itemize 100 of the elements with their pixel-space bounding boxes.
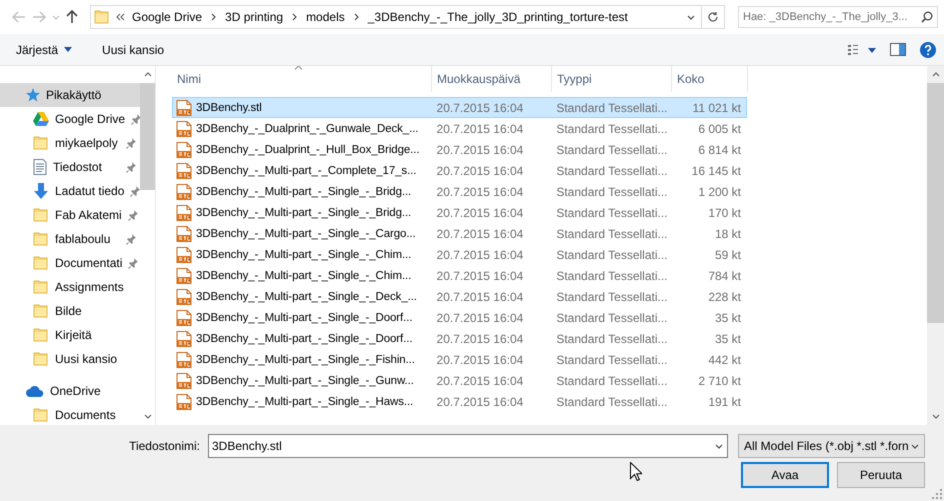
file-row[interactable]: 3DBenchy_-_Multi-part_-_Single_-_Bridg... 20.7.2015 16:04 Standard Tessellati... 170 kt xyxy=(172,202,747,223)
dialog-button[interactable]: Peruuta xyxy=(837,462,925,488)
file-row[interactable]: 3DBenchy_-_Multi-part_-_Complete_17_s... 20.7.2015 16:04 Standard Tessellati... 16 145 kt xyxy=(172,160,747,181)
nav-item[interactable]: miykaelpoly xyxy=(0,131,140,155)
modified-date: 20.7.2015 16:04 xyxy=(436,332,524,346)
pin-icon xyxy=(131,114,140,124)
file-row[interactable]: 3DBenchy_-_Multi-part_-_Single_-_Haws... 20.7.2015 16:04 Standard Tessellati... 191 kt xyxy=(172,391,747,412)
stl-file-icon xyxy=(176,372,192,388)
file-row[interactable]: 3DBenchy_-_Multi-part_-_Single_-_Chim... 20.7.2015 16:04 Standard Tessellati... 59 kt xyxy=(172,244,747,265)
scroll-down-icon[interactable] xyxy=(144,414,152,419)
breadcrumb-item[interactable]: _3DBenchy_-_The_jolly_3D_printing_torture-test xyxy=(362,10,633,24)
scroll-up-icon[interactable] xyxy=(144,72,152,77)
nav-item[interactable]: Tiedostot xyxy=(0,155,140,179)
file-size: 442 kt xyxy=(707,352,742,366)
file-size: 228 kt xyxy=(707,290,742,304)
nav-item[interactable]: Bilde xyxy=(0,299,140,323)
breadcrumb-item[interactable]: Google Drive xyxy=(127,10,208,24)
search-input[interactable]: Hae: _3DBenchy_-_The_jolly_3... xyxy=(743,11,921,23)
file-type: Standard Tessellati... xyxy=(555,100,669,114)
stl-file-icon xyxy=(176,288,192,304)
breadcrumb-item[interactable]: models xyxy=(301,10,350,24)
stl-file-icon xyxy=(176,268,192,284)
file-row[interactable]: 3DBenchy_-_Multi-part_-_Single_-_Doorf... 20.7.2015 16:04 Standard Tessellati... 35 kt xyxy=(172,307,747,328)
dropdown-chevron-icon[interactable] xyxy=(687,14,695,20)
scroll-down-icon[interactable] xyxy=(932,414,940,419)
preview-pane-icon[interactable] xyxy=(890,43,906,56)
file-type: Standard Tessellati... xyxy=(555,352,669,366)
new-folder-button[interactable]: Uusi kansio xyxy=(102,40,164,60)
overflow-chevron-icon[interactable] xyxy=(116,13,125,21)
folder-icon xyxy=(33,351,49,367)
organize-button[interactable]: Järjestä xyxy=(16,40,72,60)
nav-item[interactable]: Documents xyxy=(0,403,140,425)
file-type-dropdown[interactable]: All Model Files (*.obj *.stl *.forn xyxy=(738,434,925,458)
file-row[interactable]: 3DBenchy_-_Dualprint_-_Gunwale_Deck_... 20.7.2015 16:04 Standard Tessellati... 6 005 kt xyxy=(172,118,747,139)
dropdown-chevron-icon[interactable] xyxy=(715,444,723,448)
file-name: 3DBenchy_-_Multi-part_-_Single_-_Bridg... xyxy=(196,206,412,218)
pin-icon xyxy=(126,162,136,172)
resize-grip-icon xyxy=(932,489,942,499)
column-header[interactable]: Nimi xyxy=(172,66,432,92)
file-row[interactable]: 3DBenchy_-_Multi-part_-_Single_-_Cargo... 20.7.2015 16:04 Standard Tessellati... 18 kt xyxy=(172,223,747,244)
filename-field[interactable]: 3DBenchy.stl xyxy=(208,434,728,458)
view-options-icon[interactable] xyxy=(848,44,876,56)
modified-date: 20.7.2015 16:04 xyxy=(436,226,524,240)
file-name: 3DBenchy_-_Multi-part_-_Single_-_Doorf... xyxy=(196,332,412,344)
filename-input[interactable]: 3DBenchy.stl xyxy=(212,439,715,453)
file-size: 784 kt xyxy=(707,268,742,282)
file-size: 11 021 kt xyxy=(692,100,742,114)
file-size: 1 200 kt xyxy=(697,184,742,198)
modified-date: 20.7.2015 16:04 xyxy=(436,122,524,136)
file-row[interactable]: 3DBenchy_-_Dualprint_-_Hull_Box_Bridge... 20.7.2015 16:04 Standard Tessellati... 6 814 kt xyxy=(172,139,747,160)
refresh-icon xyxy=(707,11,719,23)
stl-file-icon xyxy=(176,352,192,368)
stl-file-icon xyxy=(176,142,192,158)
help-icon[interactable] xyxy=(920,42,936,58)
nav-item[interactable]: OneDrive xyxy=(0,379,140,403)
file-row[interactable]: 3DBenchy_-_Multi-part_-_Single_-_Deck_... 20.7.2015 16:04 Standard Tessellati... 228 kt xyxy=(172,286,747,307)
breadcrumb-item[interactable]: 3D printing xyxy=(220,10,288,24)
nav-item[interactable]: Assignments xyxy=(0,275,140,299)
column-header[interactable]: Koko xyxy=(672,66,748,92)
nav-item[interactable]: fablaboulu xyxy=(0,227,140,251)
folder-icon xyxy=(33,255,49,271)
file-row[interactable]: 3DBenchy_-_Multi-part_-_Single_-_Gunw... 20.7.2015 16:04 Standard Tessellati... 2 710 kt xyxy=(172,370,747,391)
address-bar[interactable]: Google Drive 3D printing models _3DBenchy_-_The_jolly_3D_printing_torture-test xyxy=(90,5,702,29)
file-name: 3DBenchy_-_Dualprint_-_Gunwale_Deck_... xyxy=(196,122,418,134)
mouse-pointer-icon xyxy=(630,462,642,481)
search-field[interactable]: Hae: _3DBenchy_-_The_jolly_3... xyxy=(738,6,938,28)
dialog-button[interactable]: Avaa xyxy=(741,462,829,488)
file-row[interactable]: 3DBenchy_-_Multi-part_-_Single_-_Fishin... 20.7.2015 16:04 Standard Tessellati... 442 kt xyxy=(172,349,747,370)
file-type: Standard Tessellati... xyxy=(555,164,669,178)
file-type: Standard Tessellati... xyxy=(555,122,669,136)
breadcrumb-separator-icon[interactable] xyxy=(292,13,298,21)
file-name: 3DBenchy_-_Multi-part_-_Single_-_Chim... xyxy=(196,270,412,282)
scrollbar[interactable] xyxy=(927,66,944,425)
drive-icon xyxy=(33,112,49,126)
file-row[interactable]: 3DBenchy.stl 20.7.2015 16:04 Standard Tessellati... 11 021 kt xyxy=(172,97,747,118)
nav-item[interactable]: Fab Akatemi xyxy=(0,203,140,227)
scrollbar[interactable] xyxy=(140,66,156,425)
scroll-up-icon[interactable] xyxy=(932,72,940,77)
nav-item[interactable]: Pikakäyttö xyxy=(0,83,140,107)
file-size: 6 005 kt xyxy=(697,122,742,136)
up-arrow-icon[interactable] xyxy=(66,10,78,24)
modified-date: 20.7.2015 16:04 xyxy=(436,374,524,388)
breadcrumb-separator-icon[interactable] xyxy=(354,13,359,21)
nav-item[interactable]: Google Drive xyxy=(0,107,140,131)
nav-item[interactable]: Uusi kansio xyxy=(0,347,140,371)
folder-icon xyxy=(94,9,110,25)
nav-item[interactable]: Ladatut tiedo xyxy=(0,179,140,203)
file-row[interactable]: 3DBenchy_-_Multi-part_-_Single_-_Doorf... 20.7.2015 16:04 Standard Tessellati... 35 kt xyxy=(172,328,747,349)
file-row[interactable]: 3DBenchy_-_Multi-part_-_Single_-_Chim... 20.7.2015 16:04 Standard Tessellati... 784 kt xyxy=(172,265,747,286)
file-row[interactable]: 3DBenchy_-_Multi-part_-_Single_-_Bridg... 20.7.2015 16:04 Standard Tessellati... 1 200 kt xyxy=(172,181,747,202)
pin-icon xyxy=(126,138,136,148)
column-header[interactable]: Muokkauspäivä xyxy=(432,66,552,92)
modified-date: 20.7.2015 16:04 xyxy=(436,164,524,178)
file-name: 3DBenchy_-_Multi-part_-_Single_-_Deck_... xyxy=(196,290,417,302)
file-size: 59 kt xyxy=(714,248,742,262)
breadcrumb-separator-icon[interactable] xyxy=(211,13,216,21)
column-header[interactable]: Tyyppi xyxy=(552,66,672,92)
nav-item[interactable]: Kirjeitä xyxy=(0,323,140,347)
nav-item[interactable]: Documentati xyxy=(0,251,140,275)
refresh-button[interactable] xyxy=(702,5,725,29)
